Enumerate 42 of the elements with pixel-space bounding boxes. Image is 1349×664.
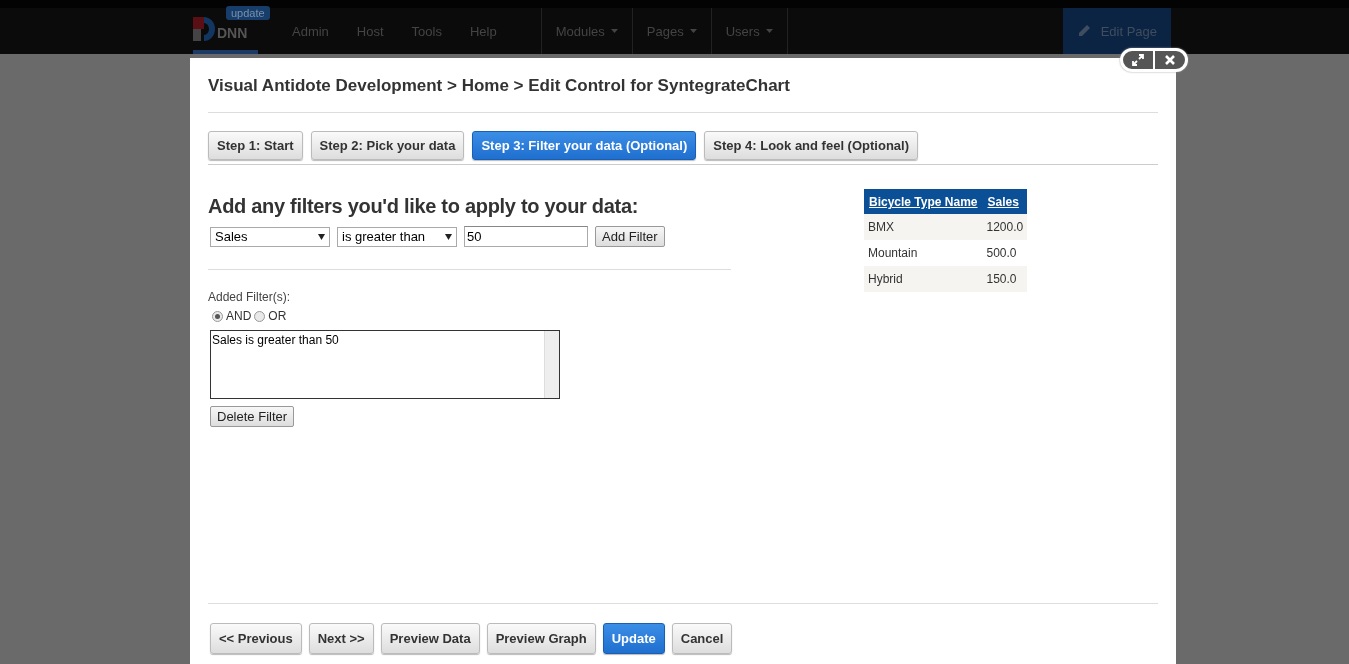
table-cell: BMX bbox=[864, 214, 983, 240]
radio-label: AND bbox=[226, 309, 252, 323]
table-cell: 500.0 bbox=[982, 240, 1028, 266]
field-select[interactable]: Sales bbox=[210, 226, 330, 247]
footer-button[interactable]: Cancel bbox=[671, 623, 733, 654]
expand-icon[interactable] bbox=[1132, 54, 1144, 66]
column-header[interactable]: Sales bbox=[982, 189, 1028, 214]
table-cell: 1200.0 bbox=[982, 214, 1028, 240]
caret-icon bbox=[689, 29, 697, 33]
radio-button[interactable] bbox=[254, 310, 266, 322]
added-filters-label: Added Filter(s): bbox=[208, 290, 292, 304]
footer-button[interactable]: Preview Graph bbox=[486, 623, 596, 654]
pencil-icon bbox=[1076, 24, 1091, 38]
close-icon[interactable] bbox=[1165, 55, 1175, 65]
step-tab[interactable]: Step 2: Pick your data bbox=[310, 131, 465, 160]
caret-icon bbox=[765, 29, 773, 33]
table-cell: Hybrid bbox=[864, 266, 983, 292]
dropdown-arrow-icon bbox=[445, 233, 452, 240]
operator-select[interactable]: is greater than bbox=[337, 226, 457, 247]
logo-text: DNN bbox=[217, 25, 248, 41]
radio-label: OR bbox=[268, 309, 287, 323]
step-tab[interactable]: Step 4: Look and feel (Optional) bbox=[704, 131, 918, 160]
primary-button[interactable]: Update bbox=[602, 623, 665, 654]
section-heading: Add any filters you'd like to apply to your data: bbox=[208, 195, 640, 218]
table-cell: 150.0 bbox=[982, 266, 1028, 292]
footer-button[interactable]: << Previous bbox=[210, 623, 302, 654]
filter-list-item[interactable]: Sales is greater than 50 bbox=[212, 333, 543, 347]
filter-list[interactable]: Sales is greater than 50 bbox=[210, 330, 560, 399]
column-header[interactable]: Bicycle Type Name bbox=[864, 189, 983, 214]
add-filter-button[interactable]: Add Filter bbox=[595, 226, 665, 247]
logo-icon bbox=[193, 14, 215, 44]
footer-button[interactable]: Next >> bbox=[308, 623, 374, 654]
value-input[interactable]: 50 bbox=[464, 226, 588, 247]
delete-filter-button[interactable]: Delete Filter bbox=[210, 406, 295, 427]
footer-button[interactable]: Preview Data bbox=[380, 623, 480, 654]
radio-button[interactable] bbox=[212, 310, 223, 322]
step-tab[interactable]: Step 3: Filter your data (Optional) bbox=[472, 131, 697, 160]
caret-icon bbox=[610, 29, 618, 33]
table-cell: Mountain bbox=[864, 240, 983, 266]
scrollbar[interactable] bbox=[544, 331, 559, 398]
step-tab[interactable]: Step 1: Start bbox=[208, 131, 303, 160]
dropdown-arrow-icon bbox=[318, 233, 325, 240]
